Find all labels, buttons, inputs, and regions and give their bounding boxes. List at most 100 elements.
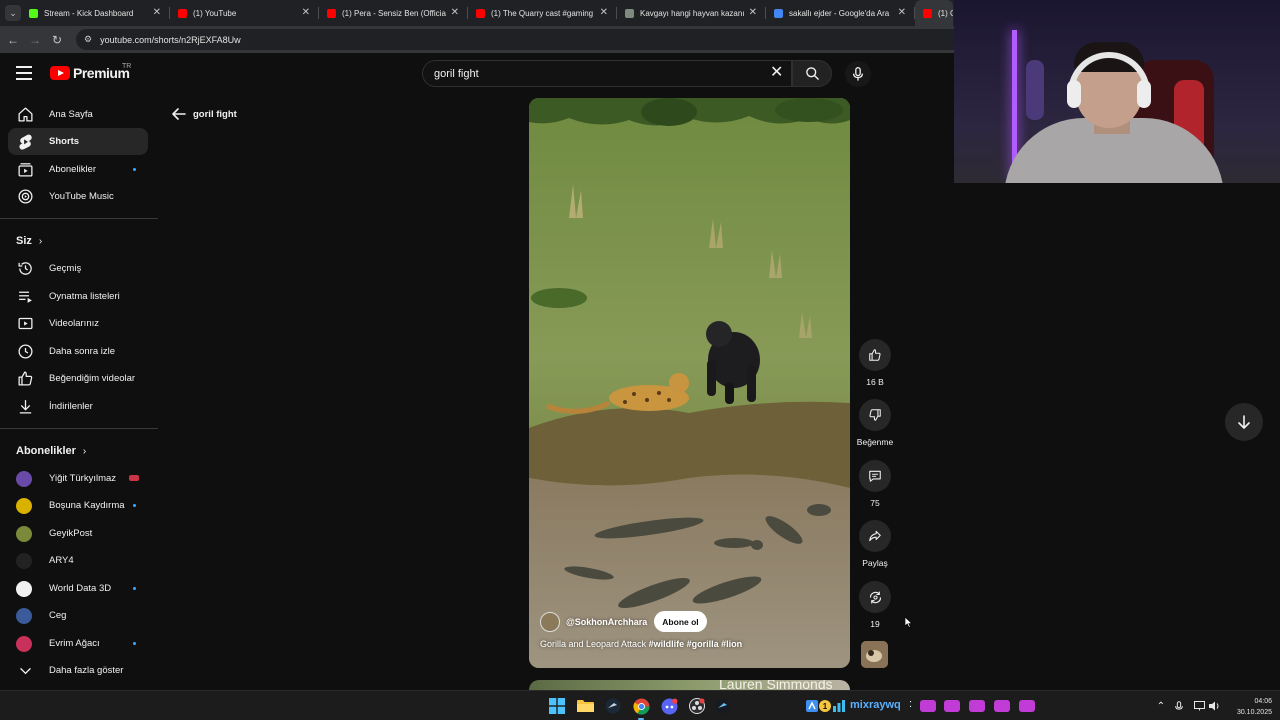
sidebar-item-playlists[interactable]: Oynatma listeleri bbox=[8, 283, 148, 310]
next-short-preview[interactable]: Lauren Simmonds bbox=[529, 680, 850, 690]
file-explorer-icon[interactable] bbox=[575, 696, 595, 716]
subscription-name: World Data 3D bbox=[49, 583, 112, 594]
sidebar-subscription[interactable]: Evrim Ağacı bbox=[8, 630, 148, 657]
discord-icon[interactable] bbox=[659, 696, 679, 716]
sidebar-subscriptions-heading[interactable]: Abonelikler › bbox=[16, 445, 86, 457]
tray-app-icon[interactable] bbox=[805, 696, 818, 716]
sidebar-item-history[interactable]: Geçmiş bbox=[8, 255, 148, 282]
short-hashtags[interactable]: #wildlife #gorilla #lion bbox=[649, 639, 743, 649]
sidebar-subscription[interactable]: Boşuna Kaydırma bbox=[8, 492, 148, 519]
reload-icon[interactable]: ↻ bbox=[46, 33, 68, 47]
tab-title: (1) The Quarry cast #gaming #s bbox=[491, 8, 595, 18]
show-more-button[interactable]: Daha fazla göster bbox=[8, 657, 148, 684]
sidebar-subscription[interactable]: Ceg bbox=[8, 602, 148, 629]
steam-client-icon[interactable] bbox=[713, 696, 733, 716]
close-tab-icon[interactable]: ✕ bbox=[749, 7, 757, 18]
volume-icon[interactable] bbox=[1208, 696, 1222, 716]
tray-badge-icon[interactable]: 1 bbox=[818, 696, 831, 716]
tab-search-chevron-icon[interactable]: ⌄ bbox=[5, 5, 21, 21]
browser-tab-strip: ⌄ Stream - Kick Dashboard ✕ (1) YouTube ✕ (1… bbox=[0, 0, 954, 26]
subscription-name: Yiğit Türkyılmaz bbox=[49, 473, 117, 484]
tray-chevron-up-icon[interactable]: ⌃ bbox=[1154, 696, 1168, 716]
download-icon bbox=[16, 398, 34, 416]
section-title: Siz bbox=[16, 235, 32, 247]
sidebar-item-download[interactable]: İndirilenler bbox=[8, 393, 148, 420]
tray-chart-icon[interactable] bbox=[832, 696, 846, 716]
search-input[interactable]: goril fight bbox=[422, 60, 792, 87]
channel-avatar bbox=[16, 580, 32, 597]
logo-text: Premium bbox=[73, 65, 130, 81]
sidebar-subscription[interactable]: ARY4 bbox=[8, 547, 148, 574]
subscribe-button[interactable]: Abone ol bbox=[654, 611, 707, 632]
channel-avatar bbox=[16, 497, 32, 514]
sidebar-item-shorts[interactable]: Shorts bbox=[8, 128, 148, 155]
youtube-premium-logo[interactable]: Premium bbox=[50, 65, 130, 81]
chevron-right-icon: › bbox=[38, 235, 43, 247]
browser-tab[interactable]: Stream - Kick Dashboard ✕ bbox=[21, 0, 170, 26]
channel-handle[interactable]: @SokhonArchhara bbox=[566, 617, 647, 627]
like-count: 16 B bbox=[866, 377, 884, 387]
sidebar-item-label: YouTube Music bbox=[49, 191, 114, 202]
sidebar-subscription[interactable]: World Data 3D bbox=[8, 575, 148, 602]
browser-tab[interactable]: (1) The Quarry cast #gaming #s ✕ bbox=[468, 0, 617, 26]
browser-tab[interactable]: (1) G bbox=[915, 0, 953, 26]
sidebar-item-label: Geçmiş bbox=[49, 263, 82, 274]
close-tab-icon[interactable]: ✕ bbox=[898, 7, 906, 18]
emote-icon bbox=[920, 700, 936, 712]
close-tab-icon[interactable]: ✕ bbox=[153, 7, 161, 18]
channel-avatar[interactable] bbox=[540, 611, 560, 632]
steam-icon[interactable] bbox=[603, 696, 623, 716]
forward-arrow-icon[interactable]: → bbox=[24, 33, 46, 47]
remix-action: 19 bbox=[852, 581, 898, 629]
browser-tab[interactable]: (1) YouTube ✕ bbox=[170, 0, 319, 26]
sidebar-item-subscriptions[interactable]: Abonelikler bbox=[8, 156, 148, 183]
sidebar-item-your-videos[interactable]: Videolarınız bbox=[8, 310, 148, 337]
short-video-player[interactable] bbox=[529, 98, 850, 668]
new-content-dot bbox=[133, 642, 136, 645]
browser-tab[interactable]: sakallı ejder - Google'da Ara ✕ bbox=[766, 0, 915, 26]
sidebar-subscription[interactable]: GeyikPost bbox=[8, 520, 148, 547]
close-tab-icon[interactable]: ✕ bbox=[302, 7, 310, 18]
dislike-action: Beğenme bbox=[852, 399, 898, 447]
like-button[interactable] bbox=[859, 339, 891, 371]
browser-tab[interactable]: (1) Pera - Sensiz Ben (Official Vi ✕ bbox=[319, 0, 468, 26]
channel-avatar bbox=[16, 470, 32, 487]
comment-button[interactable] bbox=[859, 460, 891, 492]
sidebar-item-music[interactable]: YouTube Music bbox=[8, 183, 148, 210]
menu-icon[interactable] bbox=[16, 66, 32, 80]
close-tab-icon[interactable]: ✕ bbox=[600, 7, 608, 18]
sidebar-item-liked[interactable]: Beğendiğim videolar bbox=[8, 365, 148, 392]
voice-search-button[interactable] bbox=[845, 61, 871, 87]
sidebar-item-watch-later[interactable]: Daha sonra izle bbox=[8, 338, 148, 365]
sidebar-item-home[interactable]: Ana Sayfa bbox=[8, 101, 148, 128]
network-icon[interactable] bbox=[1192, 696, 1206, 716]
sound-thumbnail[interactable] bbox=[861, 641, 888, 668]
url-field[interactable]: ⚙ youtube.com/shorts/n2RjEXFA8Uw bbox=[76, 29, 954, 50]
next-video-button[interactable] bbox=[1225, 403, 1263, 441]
kick-icon bbox=[29, 8, 38, 18]
tab-title: (1) YouTube bbox=[193, 8, 237, 18]
clear-search-icon[interactable]: ✕ bbox=[770, 64, 783, 82]
windows-start-icon[interactable] bbox=[547, 696, 567, 716]
share-label: Paylaş bbox=[862, 558, 888, 568]
youtube-icon bbox=[178, 8, 187, 18]
subscription-name: Evrim Ağacı bbox=[49, 638, 100, 649]
sidebar-subscription[interactable]: Yiğit Türkyılmaz bbox=[8, 465, 148, 492]
dislike-button[interactable] bbox=[859, 399, 891, 431]
taskbar-clock[interactable]: 04:06 30.10.2025 bbox=[1228, 696, 1272, 718]
channel-avatar bbox=[16, 552, 32, 569]
site-info-icon[interactable]: ⚙ bbox=[84, 34, 92, 45]
search-button[interactable] bbox=[792, 60, 832, 87]
chrome-icon[interactable] bbox=[631, 696, 651, 720]
back-arrow-icon[interactable]: ← bbox=[2, 33, 24, 47]
share-button[interactable] bbox=[859, 520, 891, 552]
remix-button[interactable] bbox=[859, 581, 891, 613]
sidebar-you-heading[interactable]: Siz › bbox=[16, 235, 42, 247]
close-tab-icon[interactable]: ✕ bbox=[451, 7, 459, 18]
new-content-dot bbox=[133, 504, 136, 507]
obs-icon[interactable] bbox=[687, 696, 707, 716]
short-title[interactable]: Gorilla and Leopard Attack #wildlife #go… bbox=[540, 639, 742, 649]
browser-tab[interactable]: Kavgayı hangi hayvan kazanır? ✕ bbox=[617, 0, 766, 26]
search-back-link[interactable]: goril fight bbox=[172, 108, 237, 120]
tray-microphone-icon[interactable] bbox=[1172, 696, 1186, 716]
